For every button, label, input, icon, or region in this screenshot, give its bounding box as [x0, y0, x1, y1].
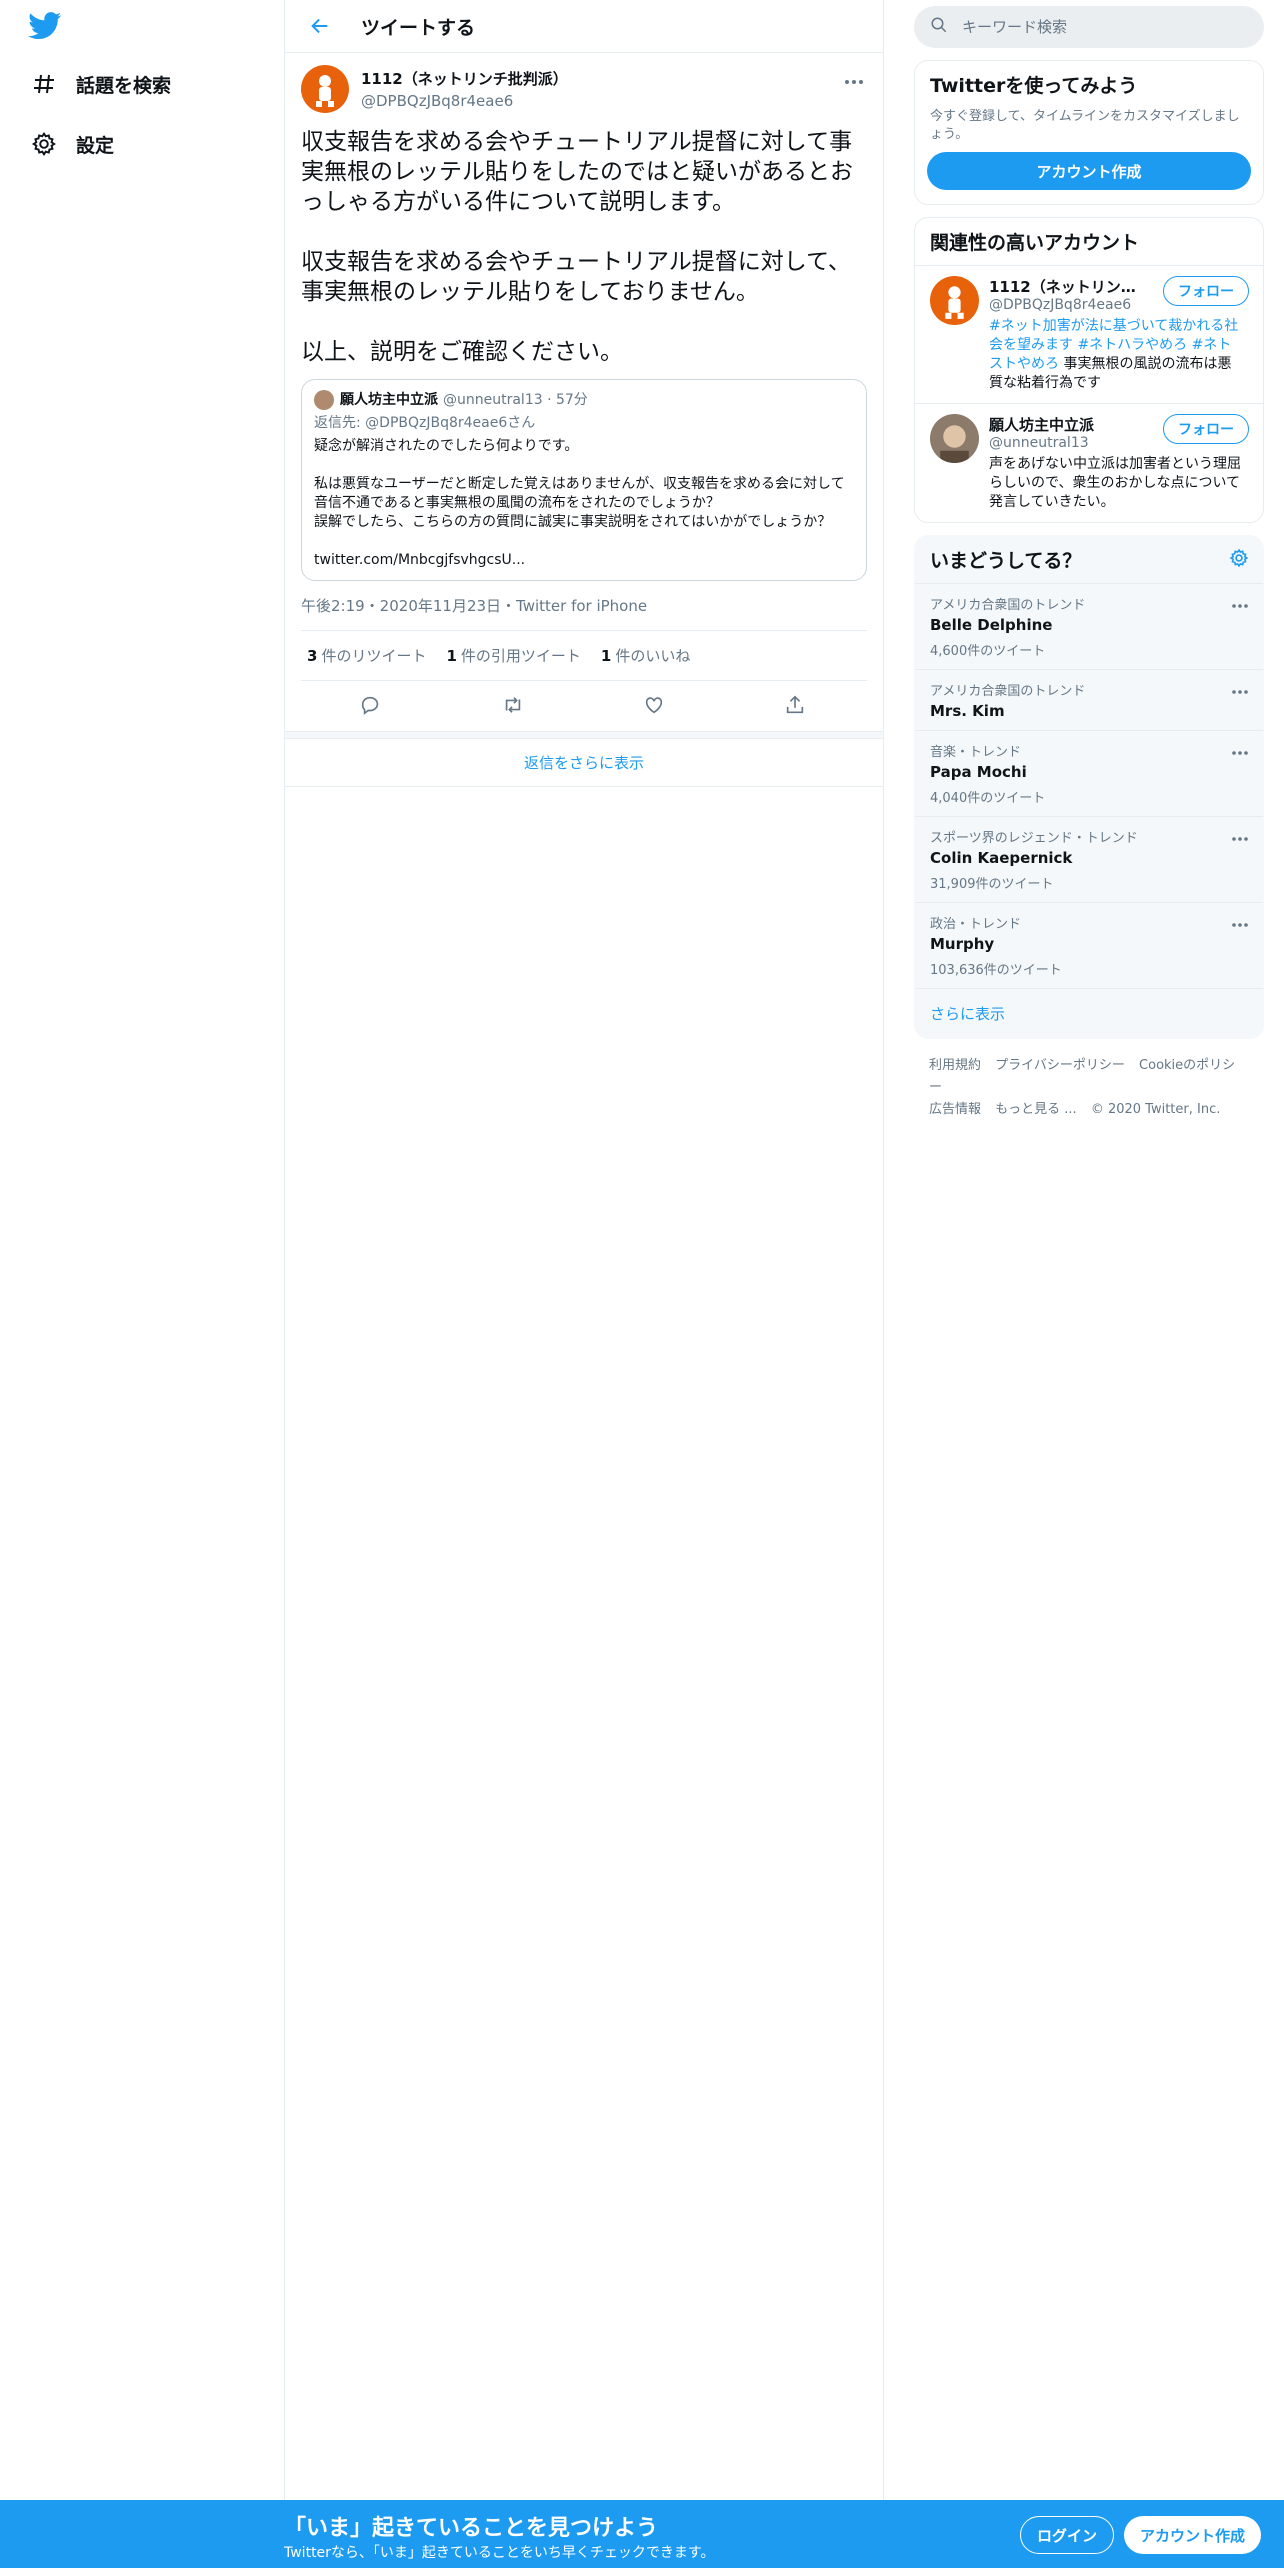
trend-context: スポーツ界のレジェンド・トレンド [930, 831, 1138, 846]
trend-item[interactable]: スポーツ界のレジェンド・トレンド Colin Kaepernick 31,909… [915, 816, 1263, 902]
like-icon[interactable] [643, 694, 667, 718]
trend-context: アメリカ合衆国のトレンド [930, 684, 1086, 699]
trend-name: Belle Delphine [930, 616, 1053, 634]
more-link[interactable]: もっと見る ... [995, 1102, 1077, 1117]
footer-links: 利用規約 プライバシーポリシー Cookieのポリシー 広告情報 もっと見る .… [914, 1039, 1264, 1137]
account-name: 願人坊主中立派 [989, 416, 1095, 434]
account-item[interactable]: 1112（ネットリンチ批判派） @DPBQzJBq8r4eae6 #ネット加害が… [915, 265, 1263, 403]
page-header: ツイートする [285, 0, 883, 53]
signup-title: Twitterを使ってみよう [930, 75, 1138, 97]
trend-context: 政治・トレンド [930, 917, 1022, 932]
tweet-author: 1112（ネットリンチ批判派） @DPBQzJBq8r4eae6 [301, 65, 867, 117]
retweet-icon[interactable] [501, 694, 525, 718]
trend-name: Papa Mochi [930, 763, 1027, 781]
privacy-link[interactable]: プライバシーポリシー [995, 1058, 1125, 1073]
account-bio: 声をあげない中立派は加害者という理屈らしいので、衆生のおかしな点について発言して… [989, 456, 1241, 510]
relevant-accounts-card: 関連性の高いアカウント 1112（ネットリンチ批判派） @DPBQzJBq8r4… [914, 217, 1264, 523]
signup-button[interactable]: アカウント作成 [1124, 2516, 1262, 2554]
like-count[interactable]: 1 件のいいね [601, 645, 690, 666]
trend-name: Colin Kaepernick [930, 849, 1073, 867]
account-avatar [930, 414, 979, 463]
nav-settings[interactable]: 設定 [30, 124, 114, 164]
more-options-icon[interactable] [1231, 913, 1249, 927]
trend-name: Murphy [930, 935, 995, 953]
account-name: 1112（ネットリンチ批判派） [989, 278, 1139, 296]
quote-count[interactable]: 1 件の引用ツイート [446, 645, 580, 666]
signup-banner: 「いま」起きていることを見つけよう Twitterなら、「いま」起きていることを… [0, 2500, 1284, 2568]
trend-count: 103,636件のツイート [930, 963, 1062, 978]
create-account-button[interactable]: アカウント作成 [927, 152, 1251, 190]
signup-description: 今すぐ登録して、タイムラインをカスタマイズしましょう。 [930, 109, 1240, 142]
share-icon[interactable] [784, 694, 808, 718]
trend-context: 音楽・トレンド [930, 745, 1022, 760]
author-name[interactable]: 1112（ネットリンチ批判派） [361, 68, 568, 89]
quote-body: 疑念が解消されたのでしたら何よりです。 私は悪質なユーザーだと断定した覚えはあり… [314, 438, 845, 568]
retweet-count[interactable]: 3 件のリツイート [307, 645, 426, 666]
more-options-icon[interactable] [1231, 827, 1249, 841]
quote-avatar [314, 390, 334, 410]
gear-icon [30, 130, 58, 158]
reply-icon[interactable] [360, 694, 384, 718]
trend-context: アメリカ合衆国のトレンド [930, 598, 1086, 613]
more-options-icon[interactable] [1231, 680, 1249, 694]
account-bio: #ネット加害が法に基づいて裁かれる社会を望みます #ネトハラやめろ #ネトストや… [989, 318, 1239, 391]
follow-button[interactable]: フォロー [1163, 414, 1249, 444]
search-input[interactable] [962, 18, 1212, 36]
relevant-accounts-title: 関連性の高いアカウント [930, 232, 1140, 254]
banner-title: 「いま」起きていることを見つけよう [284, 2516, 659, 2541]
tweet-stats: 3 件のリツイート 1 件の引用ツイート 1 件のいいね [301, 631, 867, 681]
trend-item[interactable]: 音楽・トレンド Papa Mochi 4,040件のツイート [915, 730, 1263, 816]
trend-item[interactable]: 政治・トレンド Murphy 103,636件のツイート [915, 902, 1263, 988]
copyright: © 2020 Twitter, Inc. [1090, 1102, 1221, 1117]
account-item[interactable]: 願人坊主中立派 @unneutral13 声をあげない中立派は加害者という理屈ら… [915, 403, 1263, 522]
settings-gear-icon[interactable] [1229, 548, 1249, 573]
signup-card: Twitterを使ってみよう 今すぐ登録して、タイムラインをカスタマイズしましょ… [914, 60, 1264, 205]
author-handle[interactable]: @DPBQzJBq8r4eae6 [361, 92, 568, 110]
more-options-icon[interactable] [1231, 594, 1249, 608]
more-options-icon[interactable] [1231, 741, 1249, 755]
tweet-timestamp[interactable]: 午後2:19・2020年11月23日・Twitter for iPhone [301, 581, 867, 631]
twitter-logo-icon[interactable] [28, 12, 64, 42]
trend-count: 4,040件のツイート [930, 791, 1046, 806]
nav-settings-label: 設定 [76, 134, 115, 157]
trend-item[interactable]: アメリカ合衆国のトレンド Belle Delphine 4,600件のツイート [915, 583, 1263, 669]
left-navigation: 話題を検索 設定 [0, 0, 284, 2500]
main-tweet: 1112（ネットリンチ批判派） @DPBQzJBq8r4eae6 収支報告を求め… [285, 53, 883, 731]
more-options-icon[interactable] [843, 71, 867, 87]
nav-explore-label: 話題を検索 [76, 74, 172, 97]
right-sidebar: Twitterを使ってみよう 今すぐ登録して、タイムラインをカスタマイズしましょ… [914, 0, 1264, 1137]
quote-author-name: 願人坊主中立派 [340, 391, 438, 408]
follow-button[interactable]: フォロー [1163, 276, 1249, 306]
show-more-trends[interactable]: さらに表示 [915, 988, 1263, 1038]
search-box[interactable] [914, 6, 1264, 48]
back-arrow-icon[interactable] [305, 11, 335, 41]
tweet-actions [301, 681, 867, 731]
trends-title: いまどうしてる？ [915, 536, 1263, 583]
quote-reply-to: 返信先: @DPBQzJBq8r4eae6さん [314, 415, 536, 431]
trend-count: 4,600件のツイート [930, 644, 1046, 659]
trend-name: Mrs. Kim [930, 702, 1005, 720]
account-avatar [930, 276, 979, 325]
main-column: ツイートする 1112（ネットリンチ批判派） @DPBQzJBq8r4eae6 … [284, 0, 884, 2500]
trend-count: 31,909件のツイート [930, 877, 1054, 892]
quote-handle-time: @unneutral13 · 57分 [443, 391, 588, 408]
banner-subtitle: Twitterなら、「いま」起きていることをいち早くチェックできます。 [284, 2545, 715, 2561]
show-more-replies[interactable]: 返信をさらに表示 [285, 739, 883, 787]
author-avatar[interactable] [301, 65, 349, 113]
quoted-tweet[interactable]: 願人坊主中立派 @unneutral13 · 57分 返信先: @DPBQzJB… [301, 379, 867, 581]
trends-card: いまどうしてる？ アメリカ合衆国のトレンド Belle Delphine 4,6… [914, 535, 1264, 1039]
search-icon [930, 16, 948, 38]
nav-explore[interactable]: 話題を検索 [30, 64, 171, 104]
trend-item[interactable]: アメリカ合衆国のトレンド Mrs. Kim [915, 669, 1263, 730]
tweet-text: 収支報告を求める会やチュートリアル提督に対して事実無根のレッテル貼りをしたのでは… [301, 129, 853, 365]
ads-link[interactable]: 広告情報 [929, 1102, 981, 1117]
hashtag-icon [30, 70, 58, 98]
divider [285, 731, 883, 739]
login-button[interactable]: ログイン [1020, 2516, 1115, 2554]
page-title: ツイートする [361, 16, 476, 39]
terms-link[interactable]: 利用規約 [929, 1058, 981, 1073]
